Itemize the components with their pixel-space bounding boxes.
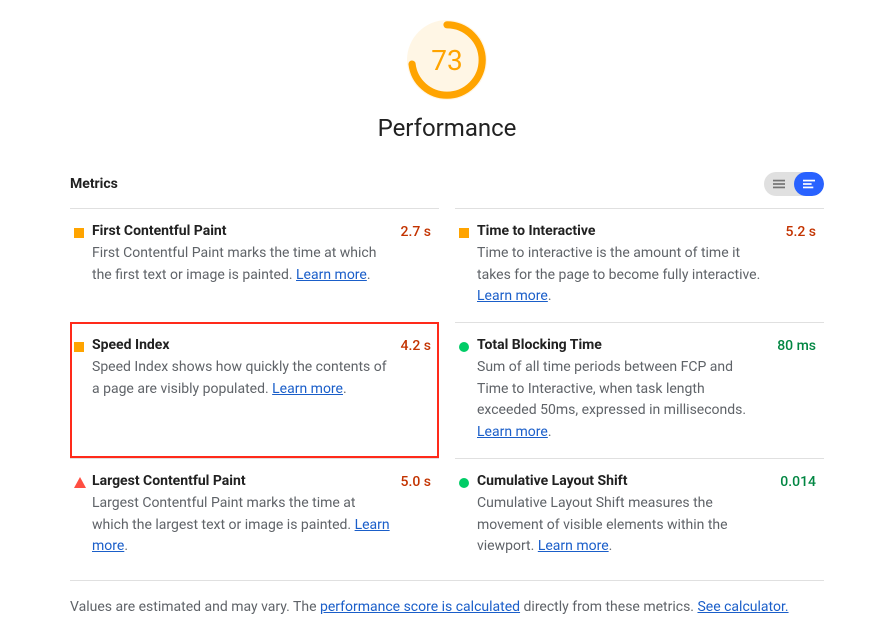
- score-section: 73 Performance: [70, 20, 824, 142]
- metric-title: Largest Contentful Paint: [92, 473, 391, 489]
- learn-more-link[interactable]: Learn more: [477, 288, 548, 304]
- metric-title: First Contentful Paint: [92, 223, 391, 239]
- expanded-view-icon: [803, 179, 815, 189]
- metric-title: Time to Interactive: [477, 223, 776, 239]
- see-calculator-link[interactable]: See calculator.: [697, 599, 788, 615]
- metric-title: Cumulative Layout Shift: [477, 473, 770, 489]
- score-value: 73: [407, 20, 487, 100]
- metrics-heading: Metrics: [70, 176, 118, 192]
- metric-description: Largest Contentful Paint marks the time …: [92, 493, 391, 558]
- metric-description: Cumulative Layout Shift measures the mov…: [477, 493, 770, 558]
- metrics-grid: First Contentful Paint First Contentful …: [70, 208, 824, 572]
- metrics-header: Metrics: [70, 172, 824, 196]
- learn-more-link[interactable]: Learn more: [272, 381, 343, 397]
- footer-note: Values are estimated and may vary. The p…: [70, 580, 824, 615]
- pass-icon: [459, 473, 477, 492]
- learn-more-link[interactable]: Learn more: [296, 267, 367, 283]
- learn-more-link[interactable]: Learn more: [477, 424, 548, 440]
- toggle-compact[interactable]: [764, 172, 794, 196]
- metric-description: Sum of all time periods between FCP and …: [477, 357, 767, 444]
- metric-speed-index: Speed Index Speed Index shows how quickl…: [70, 322, 439, 458]
- metric-fcp: First Contentful Paint First Contentful …: [70, 208, 439, 322]
- score-calc-link[interactable]: performance score is calculated: [320, 599, 520, 615]
- metric-value: 5.2 s: [786, 223, 817, 240]
- metric-tbt: Total Blocking Time Sum of all time peri…: [455, 322, 824, 458]
- metric-description: First Contentful Paint marks the time at…: [92, 243, 391, 286]
- metric-value: 0.014: [780, 473, 816, 490]
- metric-title: Total Blocking Time: [477, 337, 767, 353]
- metric-lcp: Largest Contentful Paint Largest Content…: [70, 458, 439, 572]
- average-icon: [459, 223, 477, 242]
- pass-icon: [459, 337, 477, 356]
- view-toggle[interactable]: [764, 172, 824, 196]
- learn-more-link[interactable]: Learn more: [538, 538, 609, 554]
- fail-icon: [74, 473, 92, 492]
- compact-view-icon: [773, 179, 785, 189]
- average-icon: [74, 223, 92, 242]
- metric-description: Speed Index shows how quickly the conten…: [92, 357, 391, 400]
- metric-tti: Time to Interactive Time to interactive …: [455, 208, 824, 322]
- metric-description: Time to interactive is the amount of tim…: [477, 243, 776, 308]
- average-icon: [74, 337, 92, 356]
- metric-value: 2.7 s: [401, 223, 432, 240]
- metric-value: 80 ms: [777, 337, 816, 354]
- metric-title: Speed Index: [92, 337, 391, 353]
- score-gauge: 73: [407, 20, 487, 100]
- page-title: Performance: [378, 114, 517, 142]
- metric-value: 4.2 s: [401, 337, 432, 354]
- metric-value: 5.0 s: [401, 473, 432, 490]
- metric-cls: Cumulative Layout Shift Cumulative Layou…: [455, 458, 824, 572]
- toggle-expanded[interactable]: [794, 172, 824, 196]
